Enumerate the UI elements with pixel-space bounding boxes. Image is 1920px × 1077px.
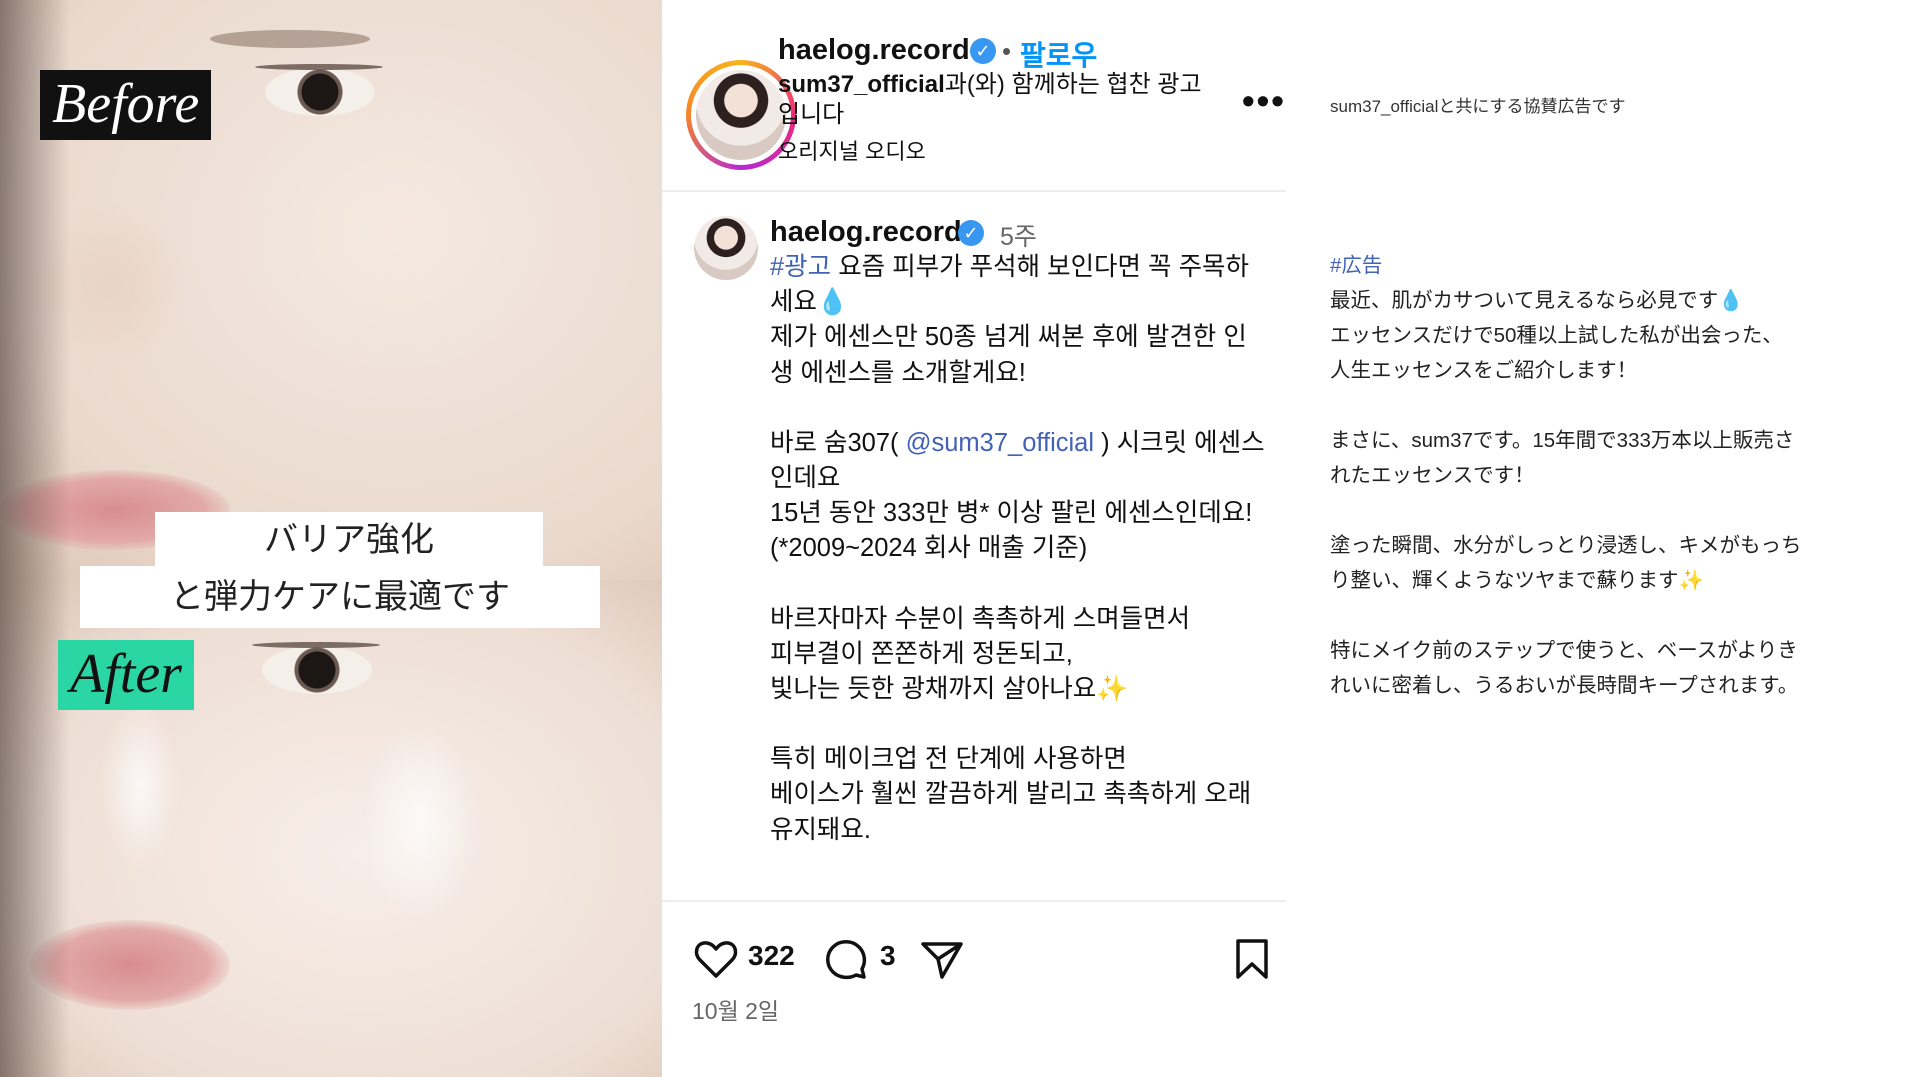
share-icon[interactable] [918, 935, 966, 983]
translation-text: れいに密着し、うるおいが長時間キープされます。 [1330, 674, 1799, 697]
sponsored-partnership-line: sum37_official과(와) 함께하는 협찬 광고입니다 [778, 70, 1218, 130]
comment-icon[interactable] [822, 935, 870, 983]
caption-username[interactable]: haelog.record [770, 216, 962, 249]
profile-avatar [696, 70, 786, 160]
translation-text: 人生エッセンスをご紹介します！ [1330, 359, 1638, 382]
hair-shadow [0, 0, 70, 1077]
post-date: 10월 2일 [692, 998, 780, 1024]
photo-caption-line1: バリア強化 [155, 512, 543, 568]
photo-caption-line2: と弾力ケアに最適です [80, 566, 600, 628]
translation-text: れたエッセンスです！ [1330, 464, 1535, 487]
hashtag-link[interactable]: #광고 [770, 253, 831, 281]
translation-sponsor-line: sum37_officialと共にする協賛広告です [1330, 97, 1626, 116]
caption-text: 피부결이 쫀쫀하게 정돈되고, [770, 639, 1073, 668]
translation-text: 塗った瞬間、水分がしっとり浸透し、キメがもっち [1330, 534, 1802, 557]
skin-glow [360, 720, 480, 920]
verified-badge-icon: ✓ [970, 38, 996, 64]
translation-text: 最近、肌がカサついて見えるなら必見です💧 [1330, 289, 1744, 312]
caption-text: 바로 숨307( [770, 428, 906, 457]
post-caption: #광고 요즘 피부가 푸석해 보인다면 꼭 주목하세요💧 제가 에센스만 50종… [770, 250, 1270, 848]
eyelid [255, 64, 383, 70]
after-label: After [58, 640, 194, 710]
translation-panel: sum37_officialと共にする協賛広告です #広告 最近、肌がカサついて… [1330, 0, 1890, 1077]
caption-text: (*2009~2024 회사 매출 기준) [770, 534, 1088, 563]
mention-link[interactable]: @sum37_official [906, 429, 1094, 457]
eye [262, 646, 372, 694]
post-age: 5주 [1000, 223, 1037, 251]
header-divider [662, 190, 1286, 192]
caption-text: 특히 메이크업 전 단계에 사용하면 [770, 745, 1127, 774]
caption-text: 요즘 피부가 푸석해 보인다면 꼭 주목하세요💧 [770, 253, 1249, 317]
translation-text: まさに、sum37です。15年間で333万本以上販売さ [1330, 429, 1795, 452]
sponsor-account-link[interactable]: sum37_official [778, 71, 945, 98]
eyelid [252, 642, 380, 648]
header-separator: • [1002, 36, 1012, 66]
before-after-photo: Before バリア強化 と弾力ケアに最適です After [0, 0, 662, 1077]
verified-badge-icon: ✓ [958, 220, 984, 246]
bookmark-icon[interactable] [1230, 935, 1274, 983]
translation-body: #広告 最近、肌がカサついて見えるなら必見です💧 エッセンスだけで50種以上試し… [1330, 248, 1870, 703]
translation-text: エッセンスだけで50種以上試した私が出会った、 [1330, 324, 1783, 347]
translation-text: 特にメイク前のステップで使うと、ベースがよりき [1330, 639, 1798, 662]
like-count: 322 [748, 940, 795, 971]
follow-button[interactable]: 팔로우 [1020, 34, 1097, 74]
comment-count: 3 [880, 940, 896, 971]
before-label: Before [40, 70, 212, 140]
header-username[interactable]: haelog.record [778, 34, 970, 67]
more-options-icon[interactable]: ••• [1242, 80, 1286, 122]
skin-glow [100, 700, 180, 870]
caption-text: 15년 동안 333만 병* 이상 팔린 에센스인데요! [770, 499, 1253, 528]
original-audio-link[interactable]: 오리지널 오디오 [778, 134, 926, 166]
translation-text: り整い、輝くようなツヤまで蘇ります✨ [1330, 569, 1705, 592]
caption-text: 제가 에센스만 50종 넘게 써본 후에 발견한 인생 에센스를 소개할게요! [770, 323, 1247, 387]
caption-text: 베이스가 훨씬 깔끔하게 발리고 촉촉하게 오래 유지돼요. [770, 780, 1252, 844]
eye [265, 68, 375, 116]
translation-hashtag: #広告 [1330, 254, 1383, 277]
caption-avatar[interactable] [694, 216, 758, 280]
eyebrow [210, 30, 370, 48]
heart-icon[interactable] [692, 935, 740, 983]
footer-divider [662, 900, 1286, 902]
caption-text: 바르자마자 수분이 촉촉하게 스며들면서 [770, 604, 1191, 633]
caption-text: 빛나는 듯한 광채까지 살아나요✨ [770, 675, 1128, 704]
